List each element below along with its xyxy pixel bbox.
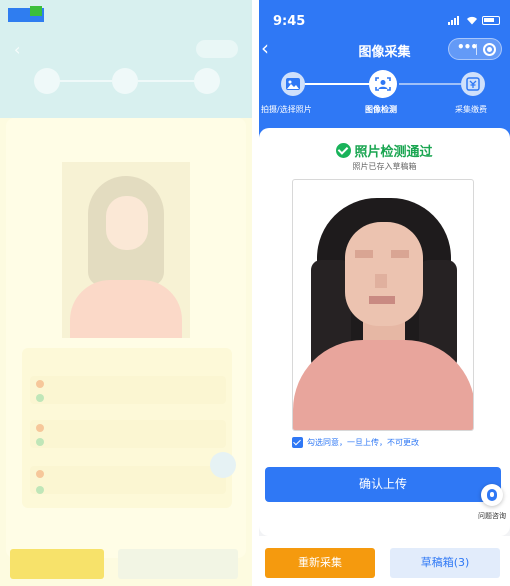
step-line-done bbox=[303, 83, 371, 85]
agreement-text: 勾选同意，一旦上传，不可更改 bbox=[307, 438, 419, 447]
faded-step-icon bbox=[194, 68, 220, 94]
confirm-upload-button[interactable]: 确认上传 bbox=[265, 467, 501, 502]
check-circle-icon bbox=[336, 143, 352, 158]
faded-button bbox=[118, 549, 238, 579]
faded-row bbox=[30, 376, 226, 404]
step-image-icon bbox=[281, 72, 305, 96]
recapture-button[interactable]: 重新采集 bbox=[265, 548, 375, 578]
signal-icon bbox=[448, 16, 462, 25]
faded-row bbox=[30, 466, 226, 494]
faded-button bbox=[10, 549, 104, 579]
battery-icon bbox=[482, 16, 500, 25]
faded-capsule bbox=[196, 40, 238, 58]
help-circle[interactable] bbox=[481, 484, 503, 506]
portrait-photo bbox=[292, 179, 474, 431]
step-payment-icon bbox=[461, 72, 485, 96]
faded-dot bbox=[36, 394, 44, 402]
phone-screen: 9:45 ‹ 图像采集 ••• 拍摄/选择照片 图像检测 采集缴费 照片检测通过… bbox=[259, 0, 510, 586]
faded-row bbox=[30, 420, 226, 448]
draft-box-button[interactable]: 草稿箱(3) bbox=[390, 548, 500, 578]
faded-float-button bbox=[210, 452, 236, 478]
faded-dot bbox=[36, 438, 44, 446]
faded-step-icon bbox=[34, 68, 60, 94]
faded-photo bbox=[62, 162, 190, 338]
status-icons bbox=[448, 16, 500, 25]
help-consult-button[interactable]: 问题咨询 bbox=[475, 484, 509, 528]
help-label: 问题咨询 bbox=[478, 512, 506, 520]
step-label-capture: 拍摄/选择照片 bbox=[261, 105, 312, 114]
consult-icon bbox=[487, 489, 497, 501]
step-label-payment: 采集缴费 bbox=[455, 105, 487, 114]
faded-dot bbox=[36, 424, 44, 432]
step-line-pending bbox=[399, 83, 461, 85]
capsule-divider bbox=[476, 44, 477, 55]
background-screenshot: ‹ bbox=[0, 0, 252, 586]
wifi-icon bbox=[467, 16, 477, 25]
mini-program-capsule[interactable]: ••• bbox=[448, 38, 502, 60]
faded-dot bbox=[36, 486, 44, 494]
agreement-checkbox[interactable] bbox=[292, 437, 303, 448]
faded-dot bbox=[36, 380, 44, 388]
faded-badge-green bbox=[30, 6, 42, 16]
panel-divider bbox=[252, 0, 259, 586]
faded-dot bbox=[36, 470, 44, 478]
result-subtitle: 照片已存入草稿箱 bbox=[352, 162, 417, 171]
status-time: 9:45 bbox=[273, 14, 306, 29]
faded-step-icon bbox=[112, 68, 138, 94]
faded-step-line bbox=[60, 80, 112, 82]
result-title-row: 照片检测通过 bbox=[259, 140, 510, 160]
bottom-bar: 重新采集 草稿箱(3) bbox=[259, 536, 510, 586]
step-label-detect: 图像检测 bbox=[365, 105, 397, 114]
more-icon[interactable]: ••• bbox=[457, 40, 478, 54]
agreement-row[interactable]: 勾选同意，一旦上传，不可更改 bbox=[292, 437, 419, 448]
faded-back-icon: ‹ bbox=[14, 40, 21, 59]
faded-step-line bbox=[138, 80, 194, 82]
close-target-icon[interactable] bbox=[483, 43, 496, 56]
step-face-scan-icon bbox=[369, 70, 397, 98]
result-title: 照片检测通过 bbox=[354, 145, 433, 160]
